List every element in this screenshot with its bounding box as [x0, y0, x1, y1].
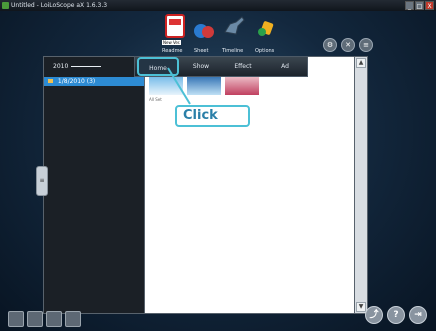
edit-icon[interactable]: [8, 311, 24, 327]
callout-pointer: [167, 67, 191, 105]
close-icon[interactable]: ✕: [341, 38, 355, 52]
exit-icon[interactable]: ⇥: [409, 306, 427, 324]
tools-icon[interactable]: [254, 16, 278, 40]
image-icon[interactable]: [65, 311, 81, 327]
film-icon[interactable]: [46, 311, 62, 327]
top-nav-timeline-label: Timeline: [222, 48, 244, 54]
sidebar-item-label: 1/8/2010 (3): [57, 78, 96, 85]
top-nav-readme-label: Readme: [162, 48, 183, 54]
app-icon: [2, 2, 9, 9]
scroll-up-button[interactable]: ▲: [356, 58, 366, 68]
window-title: Untitled - LoiLoScope aX 1.6.3.3: [11, 2, 108, 9]
year-label: 2010: [53, 63, 69, 70]
year-line: [71, 66, 102, 67]
share-icon[interactable]: ⤴: [365, 306, 383, 324]
right-toolbar: ⚙ ✕ ≡: [323, 38, 373, 52]
bottom-right-toolbar: ⤴ ? ⇥: [365, 306, 427, 324]
sidebar-item-date[interactable]: 1/8/2010 (3): [44, 77, 145, 86]
top-nav-sheet-label: Sheet: [194, 48, 209, 54]
minimize-button[interactable]: _: [405, 1, 414, 10]
readme-icon[interactable]: [164, 14, 188, 38]
album-sidebar: 2010 1/8/2010 (3): [43, 56, 146, 314]
new-version-badge: New Ver.: [162, 40, 182, 45]
top-nav-options-label: Options: [255, 48, 275, 54]
tab-effect[interactable]: Effect: [223, 57, 263, 76]
palette-icon[interactable]: [27, 311, 43, 327]
bottom-toolbar: [8, 311, 81, 327]
tab-ad[interactable]: Ad: [265, 57, 305, 76]
folder-icon: [48, 79, 53, 83]
maximize-button[interactable]: □: [415, 1, 424, 10]
balloons-icon[interactable]: [192, 22, 216, 46]
vertical-scrollbar[interactable]: ▲ ▼: [354, 56, 368, 314]
dinosaur-icon[interactable]: [222, 14, 246, 38]
close-window-button[interactable]: X: [425, 1, 434, 10]
year-node[interactable]: 2010: [53, 63, 102, 70]
help-icon[interactable]: ?: [387, 306, 405, 324]
window-controls: _ □ X: [405, 1, 434, 10]
settings-icon[interactable]: ⚙: [323, 38, 337, 52]
top-nav: New Ver. Readme Sheet Timeline Options: [162, 10, 282, 58]
thumbnail[interactable]: [225, 75, 259, 95]
list-icon[interactable]: ≡: [359, 38, 373, 52]
panel-resize-handle[interactable]: ≡: [36, 166, 48, 196]
click-callout: Click: [175, 105, 250, 127]
